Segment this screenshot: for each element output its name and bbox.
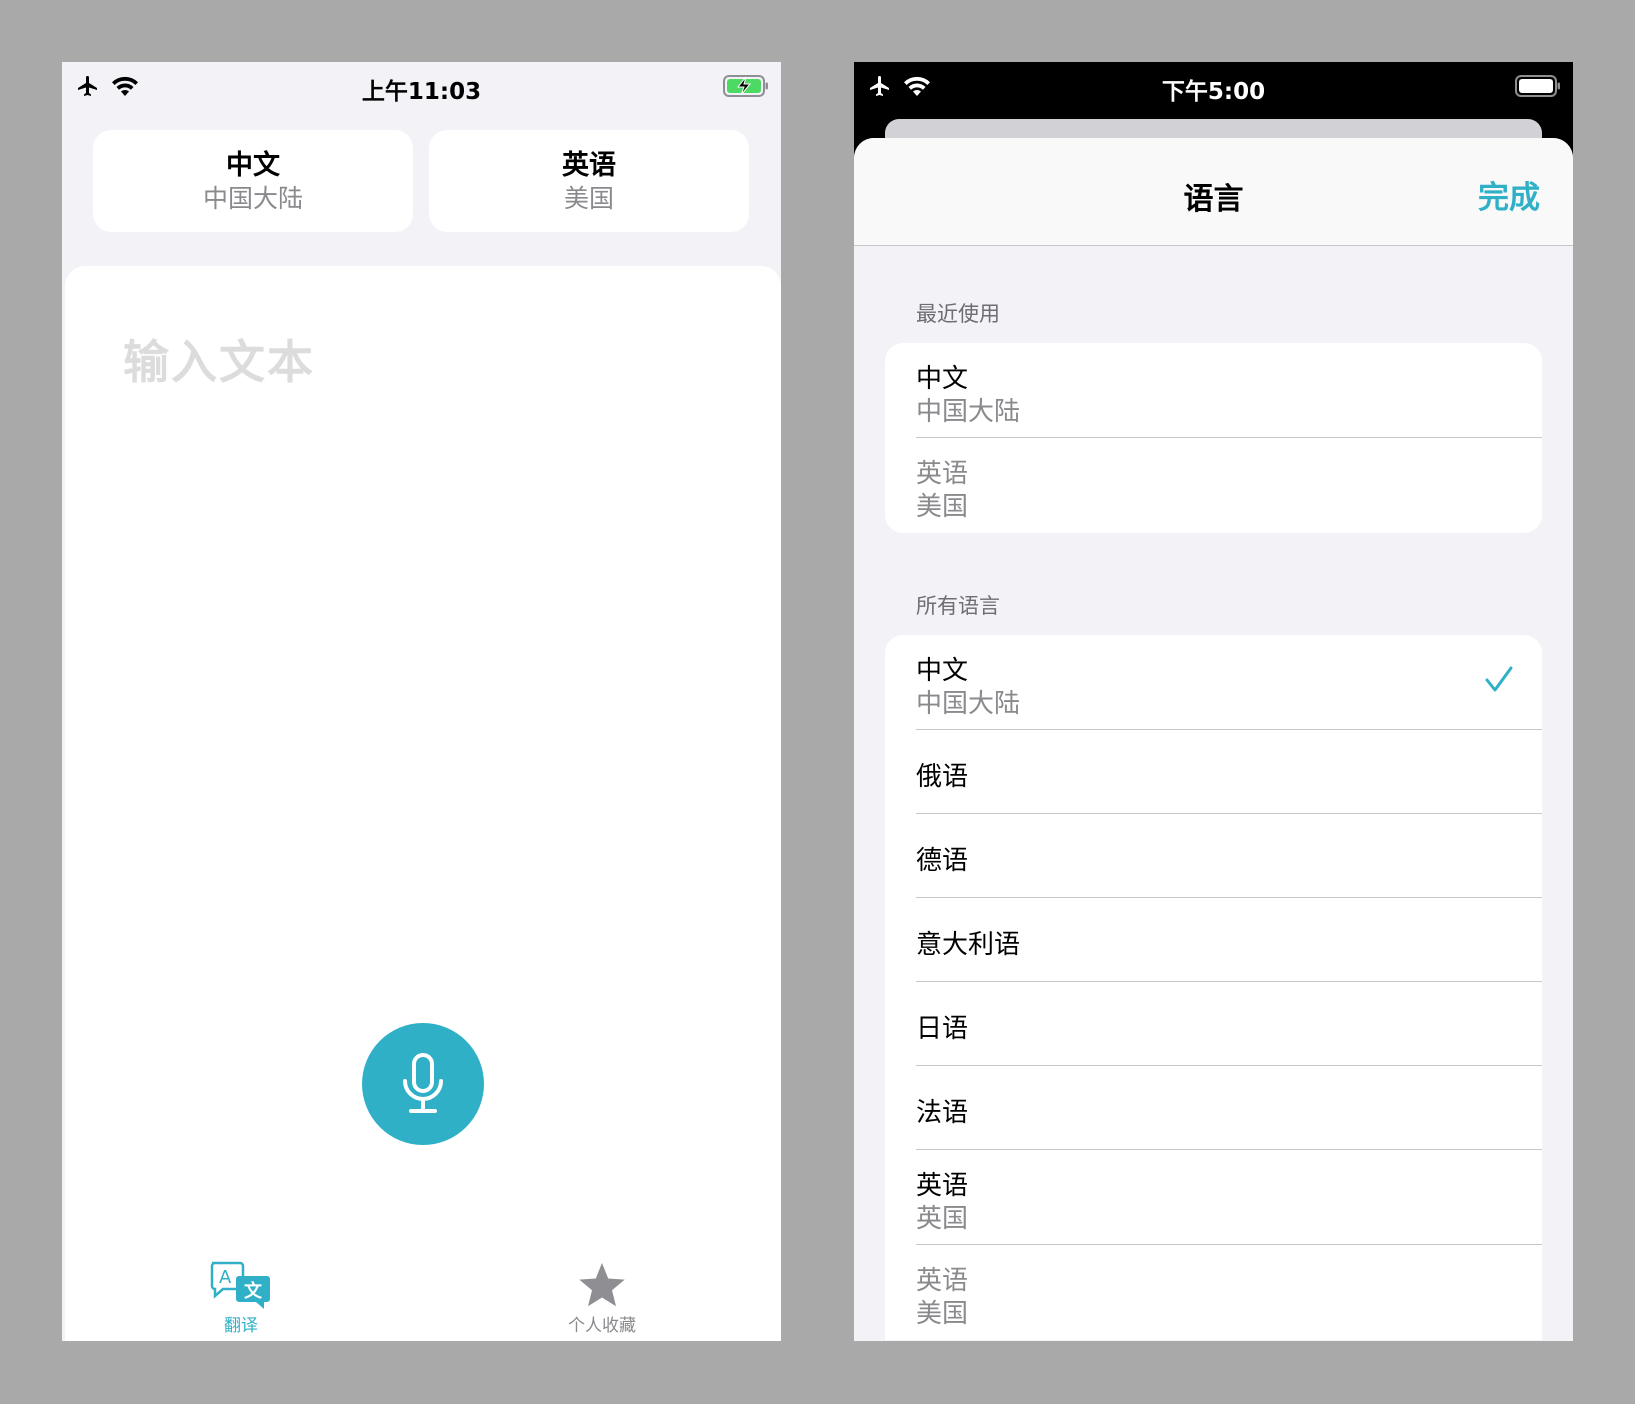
status-bar: 下午5:00 (854, 62, 1573, 126)
language-name: 英语 (916, 1171, 969, 1201)
language-row[interactable]: 中文 中国大陆 (885, 635, 1542, 730)
star-icon (579, 1263, 625, 1307)
language-region: 中国大陆 (916, 689, 1021, 719)
recent-section-header: 最近使用 (916, 302, 1000, 326)
language-name: 德语 (916, 846, 969, 876)
svg-text:文: 文 (244, 1280, 263, 1302)
language-row[interactable]: 俄语 (885, 730, 1542, 814)
tab-translate-label: 翻译 (224, 1316, 258, 1336)
language-region: 美国 (916, 1299, 969, 1329)
language-name: 英语 (916, 459, 969, 489)
recent-language-row[interactable]: 中文 中国大陆 (885, 343, 1542, 438)
language-row[interactable]: 意大利语 (885, 898, 1542, 982)
tab-favorites-label: 个人收藏 (568, 1316, 636, 1336)
language-region: 英国 (916, 1204, 969, 1234)
battery-charging-icon (723, 74, 769, 102)
microphone-icon (403, 1053, 443, 1113)
tab-translate[interactable]: A文 翻译 (181, 1260, 301, 1336)
recent-languages-list: 中文 中国大陆 英语 美国 (885, 343, 1542, 533)
tab-favorites[interactable]: 个人收藏 (542, 1260, 662, 1336)
language-name: 俄语 (916, 762, 969, 792)
target-language-button[interactable]: 英语 美国 (429, 130, 749, 232)
language-name: 意大利语 (916, 930, 1021, 960)
all-languages-list: 中文 中国大陆 俄语 德语 意大利语 日语 法语 英语 英国 英语 美国 (885, 635, 1542, 1340)
language-picker-screen: 下午5:00 语言 完成 最近使用 中文 中国大陆 英语 美国 所有语言 中文 (854, 62, 1573, 1341)
language-row[interactable]: 法语 (885, 1066, 1542, 1150)
microphone-button[interactable] (362, 1023, 484, 1145)
done-button[interactable]: 完成 (1478, 172, 1540, 217)
source-language-button[interactable]: 中文 中国大陆 (93, 130, 413, 232)
language-row[interactable]: 英语 英国 (885, 1150, 1542, 1245)
language-name: 中文 (916, 656, 969, 686)
sheet-title: 语言 (1183, 182, 1244, 217)
status-time: 上午11:03 (361, 79, 482, 105)
sheet-header: 语言 完成 (854, 138, 1573, 246)
svg-text:A: A (219, 1267, 232, 1288)
input-placeholder: 输入文本 (123, 335, 315, 389)
target-language-name: 英语 (562, 150, 616, 181)
language-row[interactable]: 德语 (885, 814, 1542, 898)
status-bar: 上午11:03 (62, 62, 781, 126)
target-language-region: 美国 (563, 184, 614, 213)
language-row[interactable]: 日语 (885, 982, 1542, 1066)
checkmark-icon (1485, 666, 1513, 692)
language-name: 英语 (916, 1266, 969, 1296)
battery-icon (1515, 74, 1561, 102)
all-languages-section-header: 所有语言 (916, 594, 1000, 618)
translate-icon: A文 (210, 1261, 270, 1309)
language-name: 法语 (916, 1098, 969, 1128)
language-region: 美国 (916, 492, 969, 522)
language-sheet: 语言 完成 最近使用 中文 中国大陆 英语 美国 所有语言 中文 中国大陆 俄语… (854, 138, 1573, 1341)
language-row[interactable]: 英语 美国 (885, 1245, 1542, 1340)
language-name: 日语 (916, 1014, 969, 1044)
language-region: 中国大陆 (916, 397, 1021, 427)
source-language-name: 中文 (226, 150, 280, 181)
status-time: 下午5:00 (1161, 79, 1266, 105)
language-name: 中文 (916, 364, 969, 394)
text-input-area[interactable]: 输入文本 (65, 266, 781, 1341)
translate-screen: 上午11:03 中文 中国大陆 英语 美国 输入文本 A文 翻译 个人收藏 (62, 62, 781, 1341)
source-language-region: 中国大陆 (202, 184, 303, 213)
recent-language-row[interactable]: 英语 美国 (885, 438, 1542, 533)
